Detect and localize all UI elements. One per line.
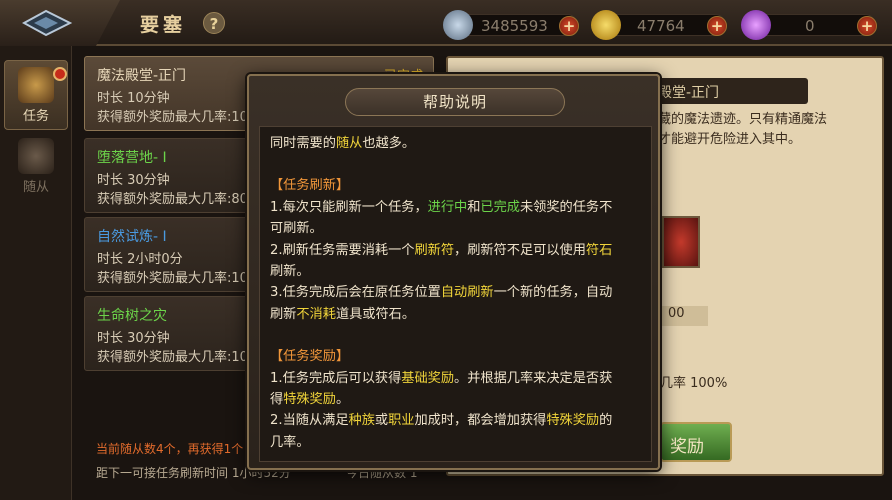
gem-amount: 0 bbox=[805, 17, 815, 35]
highlight-text: 职业 bbox=[388, 413, 415, 429]
followers-info: 当前随从数4个，再获得1个 bbox=[96, 442, 244, 456]
text: 和 bbox=[467, 199, 481, 215]
highlight-text: 特殊奖励 bbox=[546, 413, 600, 429]
text: 2.刷新任务需要消耗一个 bbox=[270, 242, 415, 258]
text: 未领奖的任务不 bbox=[519, 199, 613, 215]
help-line: 刷新不消耗道具或符石。 bbox=[270, 304, 641, 325]
help-line: 得特殊奖励。 bbox=[270, 389, 641, 410]
help-line: 2.当随从满足种族或职业加成时，都会增加获得特殊奖励的 bbox=[270, 410, 641, 431]
highlight-text: 符石 bbox=[585, 242, 613, 258]
top-bar: 要塞 ? 3485593 + 47764 + 0 + bbox=[0, 0, 892, 46]
back-button[interactable] bbox=[0, 0, 120, 46]
section-title-reward: 【任务奖励】 bbox=[270, 349, 350, 365]
text: 道具或符石。 bbox=[335, 306, 416, 322]
highlight-text: 基础奖励 bbox=[401, 370, 455, 386]
help-line: 1.每次只能刷新一个任务，进行中和已完成未领奖的任务不 bbox=[270, 197, 641, 218]
help-line: 刷新。 bbox=[270, 264, 310, 280]
silver-coin-icon bbox=[443, 10, 473, 40]
highlight-text: 不消耗 bbox=[296, 306, 336, 322]
silver-amount: 3485593 bbox=[481, 17, 548, 35]
highlight-text: 特殊奖励 bbox=[283, 392, 336, 408]
highlight-text: 已完成 bbox=[480, 199, 520, 215]
section-title-refresh: 【任务刷新】 bbox=[270, 178, 350, 194]
gold-resource: 47764 + bbox=[591, 10, 727, 40]
gem-icon bbox=[741, 10, 771, 40]
detail-field: 00 bbox=[660, 306, 708, 326]
detail-description: 藏的魔法遗迹。只有精通魔法 才能避开危险进入其中。 bbox=[658, 110, 878, 150]
highlight-text: 进行中 bbox=[427, 199, 468, 215]
text: 或 bbox=[374, 413, 389, 429]
text: 加成时，都会增加获得 bbox=[414, 413, 547, 429]
text: 1.每次只能刷新一个任务， bbox=[270, 199, 428, 215]
gold-amount: 47764 bbox=[637, 17, 685, 35]
text: 刷新 bbox=[270, 306, 297, 322]
silver-resource: 3485593 + bbox=[443, 10, 579, 40]
detail-rate: 几率 100% bbox=[660, 376, 728, 391]
text: 1.任务完成后可以获得 bbox=[270, 370, 402, 386]
text: 2.当随从满足 bbox=[270, 413, 349, 429]
sidebar: 任务 随从 bbox=[0, 46, 72, 500]
tab-followers[interactable]: 随从 bbox=[4, 132, 68, 202]
tab-tasks[interactable]: 任务 bbox=[4, 60, 68, 130]
text: 得 bbox=[270, 392, 284, 408]
help-line: 可刷新。 bbox=[270, 221, 323, 237]
gold-coin-icon bbox=[591, 10, 621, 40]
help-line: 1.任务完成后可以获得基础奖励。并根据几率来决定是否获 bbox=[270, 368, 641, 389]
highlight-text: 随从 bbox=[335, 136, 363, 151]
add-gold-button[interactable]: + bbox=[707, 16, 727, 36]
reward-button[interactable]: 奖励 bbox=[660, 422, 732, 462]
highlight-text: 种族 bbox=[348, 413, 375, 429]
text: 3.任务完成后会在原任务位置 bbox=[270, 285, 441, 301]
text: ，刷新符不足可以使用 bbox=[454, 242, 586, 258]
highlight-text: 刷新符 bbox=[414, 242, 455, 258]
gem-resource: 0 + bbox=[741, 10, 877, 40]
help-line: 同时需要的随从也越多。 bbox=[270, 133, 641, 154]
text: 。并根据几率来决定是否获 bbox=[454, 370, 613, 386]
detail-title: 殿堂-正门 bbox=[648, 78, 808, 104]
notification-dot bbox=[53, 67, 67, 81]
tab-tasks-label: 任务 bbox=[22, 109, 49, 124]
text: 也越多。 bbox=[362, 136, 416, 151]
help-line: 2.刷新任务需要消耗一个刷新符，刷新符不足可以使用符石 bbox=[270, 240, 641, 261]
text: 一个新的任务，自动 bbox=[493, 285, 613, 301]
back-arrow-icon bbox=[22, 9, 72, 37]
text: 同时需要的 bbox=[270, 136, 336, 151]
text: 。 bbox=[335, 392, 350, 408]
tab-followers-label: 随从 bbox=[22, 180, 49, 195]
detail-desc-line: 才能避开危险进入其中。 bbox=[658, 132, 802, 147]
help-button[interactable]: ? bbox=[203, 12, 225, 34]
dialog-body[interactable]: 同时需要的随从也越多。 【任务刷新】 1.每次只能刷新一个任务，进行中和已完成未… bbox=[259, 126, 652, 462]
help-line: 几率。 bbox=[270, 434, 310, 450]
page-title: 要塞 bbox=[140, 14, 187, 36]
task-scroll-icon bbox=[18, 67, 54, 103]
help-line: 3.任务完成后会在原任务位置自动刷新一个新的任务，自动 bbox=[270, 282, 641, 303]
add-silver-button[interactable]: + bbox=[559, 16, 579, 36]
detail-desc-line: 藏的魔法遗迹。只有精通魔法 bbox=[658, 112, 828, 127]
follower-helmet-icon bbox=[18, 138, 54, 174]
help-dialog: 帮助说明 同时需要的随从也越多。 【任务刷新】 1.每次只能刷新一个任务，进行中… bbox=[247, 74, 660, 470]
follower-portrait[interactable] bbox=[662, 216, 700, 268]
text: 的 bbox=[599, 413, 613, 429]
add-gem-button[interactable]: + bbox=[857, 16, 877, 36]
dialog-title: 帮助说明 bbox=[345, 88, 565, 116]
highlight-text: 自动刷新 bbox=[440, 285, 494, 301]
